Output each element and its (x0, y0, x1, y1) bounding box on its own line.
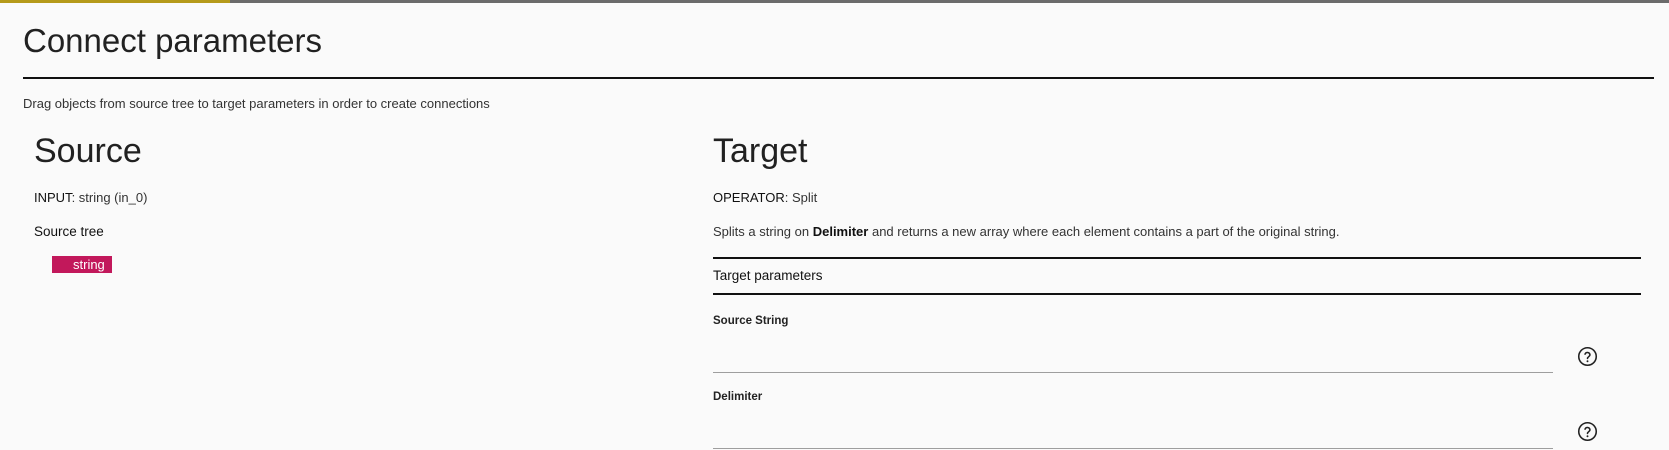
source-tree-item-label: string (73, 257, 105, 272)
header-divider (23, 77, 1654, 79)
top-bar-accent (0, 0, 230, 3)
source-input-value: : string (in_0) (71, 190, 148, 205)
source-string-label: Source String (713, 315, 789, 327)
operator-description-start: Splits a string on (713, 224, 813, 239)
delimiter-label: Delimiter (713, 391, 763, 403)
source-input-key: INPUT (34, 190, 72, 205)
help-circle-icon[interactable] (1577, 421, 1598, 442)
target-params-bottom-divider (713, 293, 1641, 295)
source-tree-item-string[interactable]: string (52, 256, 112, 273)
target-params-label: Target parameters (713, 268, 823, 283)
source-string-input[interactable] (713, 346, 1553, 373)
help-circle-icon[interactable] (1577, 346, 1598, 367)
target-operator-key: OPERATOR (713, 190, 785, 205)
target-params-top-divider (713, 257, 1641, 259)
source-tree-label: Source tree (34, 224, 104, 239)
operator-description: Splits a string on Delimiter and returns… (713, 224, 1340, 239)
delimiter-input[interactable] (713, 422, 1553, 449)
operator-description-end: and returns a new array where each eleme… (868, 224, 1340, 239)
instructions-text: Drag objects from source tree to target … (23, 96, 490, 111)
source-title: Source (34, 132, 142, 170)
top-bar (0, 0, 1669, 3)
source-input-info: INPUT: string (in_0) (34, 190, 147, 205)
operator-description-keyword: Delimiter (812, 224, 869, 239)
target-operator-info: OPERATOR: Split (713, 190, 817, 205)
target-title: Target (713, 132, 808, 170)
target-operator-value: : Split (784, 190, 818, 205)
page-title: Connect parameters (23, 22, 322, 59)
